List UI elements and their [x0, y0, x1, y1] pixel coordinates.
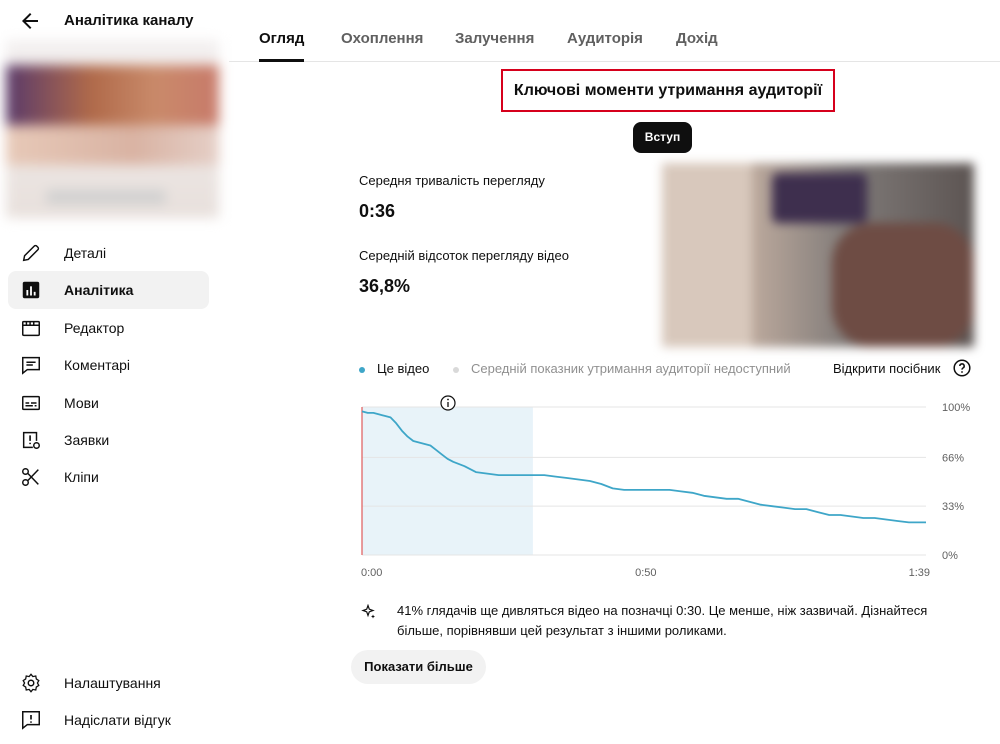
legend-label: Це відео: [377, 361, 430, 376]
sidebar-nav: Деталі Аналітика Редактор Коментарі Мови…: [8, 234, 209, 496]
retention-chart-svg: 100% 66% 33% 0% 0:00 0:50 1:39: [361, 395, 970, 579]
pencil-icon: [22, 244, 40, 262]
sidebar-item-details[interactable]: Деталі: [8, 234, 209, 271]
sparkle-icon: [361, 604, 375, 619]
y-tick-label: 33%: [942, 501, 964, 513]
open-guide-link[interactable]: Відкрити посібник: [833, 361, 940, 376]
tab-revenue[interactable]: Дохід: [676, 30, 718, 47]
sidebar-item-label: Надіслати відгук: [64, 712, 171, 729]
x-tick-label: 1:39: [909, 567, 930, 579]
subtitles-icon: [22, 395, 40, 410]
info-icon-dot: [447, 398, 449, 401]
feedback-icon: [22, 711, 40, 731]
sidebar-item-comments[interactable]: Коментарі: [8, 346, 209, 383]
sidebar-title: Аналітика каналу: [64, 12, 194, 29]
comments-icon: [22, 357, 40, 375]
sidebar-bottom-nav: Налаштування Надіслати відгук: [8, 664, 209, 739]
video-preview: [662, 163, 974, 347]
back-arrow-icon[interactable]: [18, 9, 42, 33]
sidebar-item-feedback[interactable]: Надіслати відгук: [8, 701, 209, 738]
x-tick-label: 0:00: [361, 567, 382, 579]
sidebar-item-label: Мови: [64, 394, 99, 411]
sidebar-item-label: Кліпи: [64, 469, 99, 486]
x-tick-label: 0:50: [635, 567, 656, 579]
tab-audience[interactable]: Аудиторія: [567, 30, 643, 47]
sidebar-item-claims[interactable]: Заявки: [8, 421, 209, 458]
sidebar: Аналітика каналу Деталі Аналітика Редакт…: [0, 0, 229, 744]
avg-duration-value: 0:36: [359, 201, 396, 221]
gear-icon: [22, 673, 40, 693]
y-tick-label: 66%: [942, 452, 964, 464]
legend-average: Середній показник утримання аудиторії не…: [453, 361, 791, 376]
sidebar-item-label: Налаштування: [64, 675, 161, 691]
analytics-icon: [22, 282, 40, 299]
analytics-tabs: Огляд Охоплення Залучення Аудиторія Дохі…: [229, 0, 1000, 62]
sidebar-header: Аналітика каналу: [0, 0, 229, 40]
y-tick-label: 100%: [942, 402, 970, 414]
legend-this-video: Це відео: [359, 361, 429, 376]
tab-engagement[interactable]: Залучення: [455, 30, 534, 47]
sidebar-item-settings[interactable]: Налаштування: [8, 664, 209, 701]
sidebar-item-label: Деталі: [64, 245, 107, 261]
y-tick-label: 0%: [942, 550, 958, 562]
legend-dot: [453, 366, 459, 373]
tab-reach[interactable]: Охоплення: [341, 30, 423, 47]
video-thumbnail[interactable]: [6, 40, 219, 218]
intro-chip[interactable]: Вступ: [633, 122, 692, 153]
retention-chart[interactable]: 100% 66% 33% 0% 0:00 0:50 1:39: [350, 392, 990, 582]
editor-icon: [22, 320, 40, 336]
scissors-icon: [22, 468, 39, 487]
highlight-region: [362, 407, 533, 555]
active-tab-indicator: [259, 59, 304, 62]
avg-duration-label: Середня тривалість перегляду: [359, 173, 545, 188]
avg-percent-label: Середній відсоток перегляду відео: [359, 248, 569, 263]
legend-label: Середній показник утримання аудиторії не…: [471, 361, 791, 376]
sidebar-item-clips[interactable]: Кліпи: [8, 458, 209, 495]
tab-overview[interactable]: Огляд: [259, 30, 304, 47]
section-title: Ключові моменти утримання аудиторії: [501, 69, 835, 112]
sidebar-item-languages[interactable]: Мови: [8, 384, 209, 421]
sidebar-item-label: Коментарі: [64, 357, 131, 374]
sidebar-item-label: Редактор: [64, 319, 125, 336]
insight-text: 41% глядачів ще дивляться відео на позна…: [397, 603, 928, 638]
avg-percent-value: 36,8%: [359, 276, 411, 296]
claims-icon: [22, 431, 40, 449]
show-more-button[interactable]: Показати більше: [351, 650, 486, 684]
help-icon[interactable]: [953, 359, 971, 377]
sidebar-item-editor[interactable]: Редактор: [8, 309, 209, 346]
sidebar-item-label: Заявки: [64, 431, 110, 448]
sidebar-item-label: Аналітика: [64, 282, 134, 299]
legend-dot: [359, 366, 365, 373]
sidebar-item-analytics[interactable]: Аналітика: [8, 271, 209, 309]
